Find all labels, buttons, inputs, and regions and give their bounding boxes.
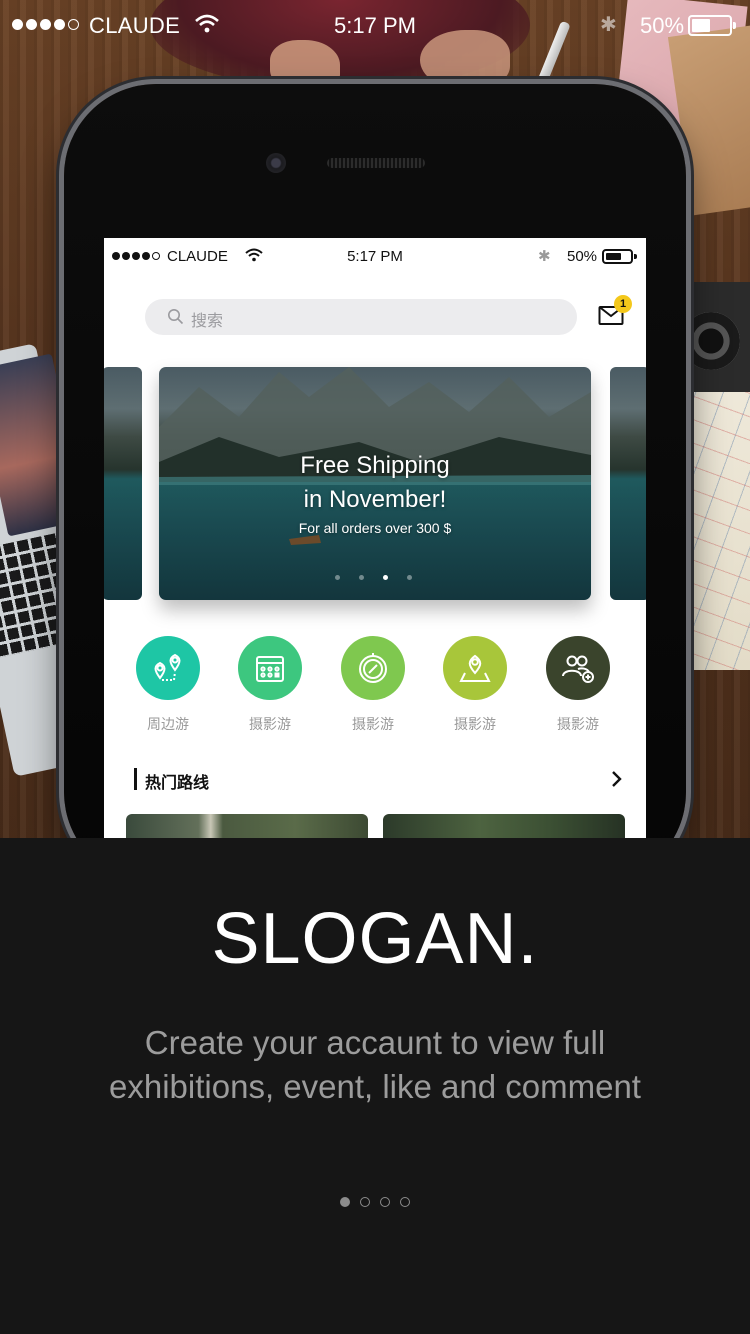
status-bar: CLAUDE 5:17 PM ✱ 50%	[0, 0, 750, 52]
search-icon	[168, 309, 184, 325]
phone-speaker	[327, 158, 425, 168]
banner-dot[interactable]	[335, 575, 340, 580]
category-item[interactable]: 摄影游	[533, 636, 623, 734]
category-row: 周边游 摄影游 摄影游 摄影游 摄影游	[104, 636, 646, 736]
banner-dot[interactable]	[407, 575, 412, 580]
add-users-icon	[546, 636, 610, 700]
category-label: 摄影游	[557, 717, 599, 733]
slogan-heading: SLOGAN.	[211, 899, 539, 979]
banner-pagination	[335, 575, 412, 580]
compass-icon	[341, 636, 405, 700]
onboarding-pagination	[340, 1197, 410, 1207]
camera-lens	[682, 312, 740, 370]
app-screen: CLAUDE 5:17 PM ✱ 50% 搜索 1 Free Shipping …	[104, 238, 646, 838]
page-dot[interactable]	[380, 1197, 390, 1207]
category-item[interactable]: 周边游	[123, 636, 213, 734]
tagline: Create your accaunt to view full exhibit…	[85, 1021, 665, 1109]
battery-icon	[688, 15, 736, 36]
status-time: 5:17 PM	[334, 13, 416, 38]
route-card[interactable]	[383, 814, 625, 838]
calendar-icon	[238, 636, 302, 700]
banner-dot[interactable]	[359, 575, 364, 580]
banner-subtitle: For all orders over 300 $	[298, 520, 452, 536]
tagline-line-1: Create your accaunt to view full	[144, 1024, 606, 1061]
category-label: 摄影游	[249, 717, 291, 733]
chevron-right-icon[interactable]	[611, 770, 623, 788]
page-dot[interactable]	[360, 1197, 370, 1207]
bluetooth-icon: ✱	[538, 248, 551, 265]
category-label: 摄影游	[454, 717, 496, 733]
phone-camera	[266, 153, 286, 173]
route-card[interactable]	[126, 814, 368, 838]
search-placeholder: 搜索	[191, 311, 224, 330]
banner-title: Free Shipping in November!	[300, 452, 450, 513]
category-item[interactable]: 摄影游	[430, 636, 520, 734]
notification-badge: 1	[614, 295, 632, 313]
app-status-bar: CLAUDE 5:17 PM ✱ 50%	[104, 238, 646, 276]
search-input[interactable]: 搜索	[145, 299, 577, 335]
battery-percent: 50%	[567, 248, 598, 265]
promo-banner[interactable]: Free Shipping in November! For all order…	[159, 367, 591, 600]
page-dot[interactable]	[400, 1197, 410, 1207]
banner-next[interactable]	[610, 367, 646, 600]
battery-percent: 50%	[640, 13, 685, 38]
banner-dot-active[interactable]	[383, 575, 388, 580]
section-marker	[134, 768, 137, 790]
location-map-icon	[443, 636, 507, 700]
bluetooth-icon: ✱	[600, 14, 617, 36]
background-photo: CLAUDE 5:17 PM ✱ 50% 搜索 1 Free Shipping …	[0, 0, 750, 838]
battery-fill	[692, 19, 710, 32]
page-dot-active[interactable]	[340, 1197, 350, 1207]
category-item[interactable]: 摄影游	[225, 636, 315, 734]
banner-previous[interactable]	[104, 367, 142, 600]
status-time: 5:17 PM	[347, 248, 403, 265]
tagline-line-2: exhibitions, event, like and comment	[109, 1068, 641, 1105]
category-item[interactable]: 摄影游	[328, 636, 418, 734]
battery-icon	[602, 249, 637, 264]
category-label: 摄影游	[352, 717, 394, 733]
battery-fill	[606, 253, 621, 260]
category-label: 周边游	[147, 717, 189, 733]
map-pins-icon	[136, 636, 200, 700]
section-title: 热门路线	[145, 773, 210, 792]
